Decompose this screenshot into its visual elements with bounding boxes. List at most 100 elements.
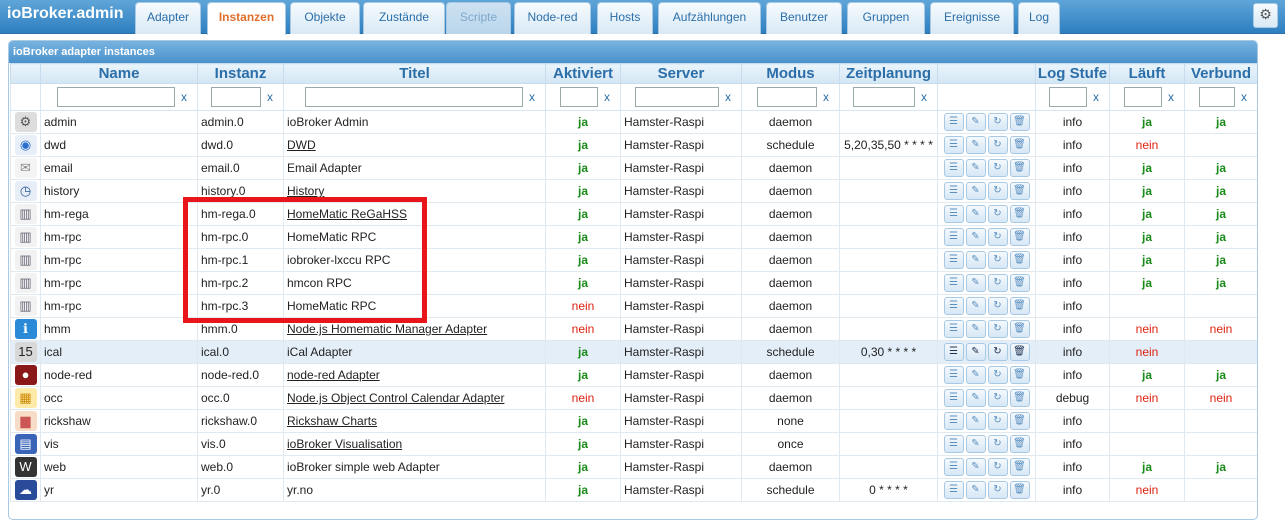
restart-reload-icon[interactable]: ↻ [987,251,1008,269]
title-link[interactable]: node-red Adapter [287,368,380,382]
restart-reload-icon[interactable]: ↻ [987,389,1008,407]
filter-input-alive[interactable] [1124,87,1162,107]
delete-trash-icon[interactable]: 🗑 [1009,412,1030,430]
cell-log-level[interactable]: info [1035,432,1110,456]
filter-input-connected[interactable] [1199,87,1235,107]
edit-pencil-icon[interactable]: ✎ [965,389,986,407]
cell-log-level[interactable]: info [1035,340,1110,364]
filter-clear-schedule[interactable]: x [921,90,927,104]
cell-enabled[interactable]: nein [545,317,621,341]
table-row[interactable]: ℹ hmm hmm.0 Node.js Homematic Manager Adapt… [10,317,1257,341]
column-header-modus[interactable]: Modus [741,63,840,84]
cell-log-level[interactable]: info [1035,156,1110,180]
settings-list-icon[interactable]: ☰ [943,205,964,223]
cell-title[interactable]: History [283,179,546,203]
table-row[interactable]: ▥ hm-rpc hm-rpc.3 HomeMatic RPC nein Hamster-… [10,294,1257,318]
filter-input-title[interactable] [305,87,523,107]
delete-trash-icon[interactable]: 🗑 [1009,481,1030,499]
cell-enabled[interactable]: ja [545,156,621,180]
settings-list-icon[interactable]: ☰ [943,274,964,292]
restart-reload-icon[interactable]: ↻ [987,182,1008,200]
table-row[interactable]: ▦ occ occ.0 Node.js Object Control Calendar… [10,386,1257,410]
cell-title[interactable]: ioBroker Visualisation [283,432,546,456]
restart-reload-icon[interactable]: ↻ [987,136,1008,154]
cell-log-level[interactable]: info [1035,409,1110,433]
title-link[interactable]: Node.js Object Control Calendar Adapter [287,391,504,405]
delete-trash-icon[interactable]: 🗑 [1009,366,1030,384]
settings-list-icon[interactable]: ☰ [943,458,964,476]
cell-enabled[interactable]: ja [545,363,621,387]
cell-enabled[interactable]: ja [545,225,621,249]
delete-trash-icon[interactable]: 🗑 [1009,435,1030,453]
delete-trash-icon[interactable]: 🗑 [1009,343,1030,361]
cell-log-level[interactable]: info [1035,133,1110,157]
delete-trash-icon[interactable]: 🗑 [1009,228,1030,246]
tab-ereignisse[interactable]: Ereignisse [930,2,1014,34]
title-link[interactable]: HomeMatic ReGaHSS [287,207,407,221]
restart-reload-icon[interactable]: ↻ [987,159,1008,177]
delete-trash-icon[interactable]: 🗑 [1009,159,1030,177]
cell-title[interactable]: Node.js Object Control Calendar Adapter [283,386,546,410]
settings-gear-icon[interactable]: ⚙ [1253,3,1278,28]
title-link[interactable]: ioBroker Visualisation [287,437,402,451]
delete-trash-icon[interactable]: 🗑 [1009,182,1030,200]
edit-pencil-icon[interactable]: ✎ [965,412,986,430]
restart-reload-icon[interactable]: ↻ [987,205,1008,223]
filter-clear-name[interactable]: x [181,90,187,104]
table-row[interactable]: ▥ hm-rpc hm-rpc.0 HomeMatic RPC ja Hamster-Ra… [10,225,1257,249]
cell-title[interactable]: node-red Adapter [283,363,546,387]
delete-trash-icon[interactable]: 🗑 [1009,136,1030,154]
tab-scripte[interactable]: Scripte [446,2,511,34]
delete-trash-icon[interactable]: 🗑 [1009,205,1030,223]
table-row[interactable]: ▤ vis vis.0 ioBroker Visualisation ja Hamster… [10,432,1257,456]
cell-enabled[interactable]: ja [545,133,621,157]
cell-enabled[interactable]: ja [545,248,621,272]
settings-list-icon[interactable]: ☰ [943,228,964,246]
tab-objekte[interactable]: Objekte [290,2,360,34]
restart-reload-icon[interactable]: ↻ [987,228,1008,246]
settings-list-icon[interactable]: ☰ [943,159,964,177]
delete-trash-icon[interactable]: 🗑 [1009,113,1030,131]
cell-log-level[interactable]: info [1035,110,1110,134]
settings-list-icon[interactable]: ☰ [943,481,964,499]
column-header-zeitplanung[interactable]: Zeitplanung [839,63,938,84]
delete-trash-icon[interactable]: 🗑 [1009,274,1030,292]
restart-reload-icon[interactable]: ↻ [987,274,1008,292]
filter-input-schedule[interactable] [853,87,915,107]
restart-reload-icon[interactable]: ↻ [987,297,1008,315]
settings-list-icon[interactable]: ☰ [943,297,964,315]
tab-node-red[interactable]: Node-red [514,2,591,34]
settings-list-icon[interactable]: ☰ [943,182,964,200]
settings-list-icon[interactable]: ☰ [943,343,964,361]
delete-trash-icon[interactable]: 🗑 [1009,389,1030,407]
restart-reload-icon[interactable]: ↻ [987,458,1008,476]
delete-trash-icon[interactable]: 🗑 [1009,458,1030,476]
cell-enabled[interactable]: ja [545,455,621,479]
table-row[interactable]: ▥ hm-rega hm-rega.0 HomeMatic ReGaHSS ja Hams… [10,202,1257,226]
filter-clear-alive[interactable]: x [1168,90,1174,104]
settings-list-icon[interactable]: ☰ [943,366,964,384]
table-row[interactable]: ⚙ admin admin.0 ioBroker Admin ja Hamster-Ras… [10,110,1257,134]
cell-log-level[interactable]: info [1035,317,1110,341]
restart-reload-icon[interactable]: ↻ [987,366,1008,384]
table-row[interactable]: 15 ical ical.0 iCal Adapter ja Hamster-Raspi s… [10,340,1257,364]
delete-trash-icon[interactable]: 🗑 [1009,251,1030,269]
filter-input-name[interactable] [57,87,175,107]
filter-clear-connected[interactable]: x [1241,90,1247,104]
cell-log-level[interactable]: info [1035,202,1110,226]
settings-list-icon[interactable]: ☰ [943,389,964,407]
table-row[interactable]: Wweb web.0 ioBroker simple web Adapter ja Ha… [10,455,1257,479]
restart-reload-icon[interactable]: ↻ [987,113,1008,131]
restart-reload-icon[interactable]: ↻ [987,481,1008,499]
settings-list-icon[interactable]: ☰ [943,251,964,269]
cell-title[interactable]: DWD [283,133,546,157]
table-row[interactable]: ▥ hm-rpc hm-rpc.2 hmcon RPC ja Hamster-Raspi d… [10,271,1257,295]
column-header-verbund[interactable]: Verbund [1184,63,1257,84]
column-header-aktiviert[interactable]: Aktiviert [545,63,621,84]
column-header-l-uft[interactable]: Läuft [1109,63,1185,84]
cell-log-level[interactable]: info [1035,363,1110,387]
column-header-titel[interactable]: Titel [283,63,546,84]
cell-log-level[interactable]: info [1035,455,1110,479]
cell-log-level[interactable]: info [1035,225,1110,249]
filter-input-server[interactable] [635,87,719,107]
